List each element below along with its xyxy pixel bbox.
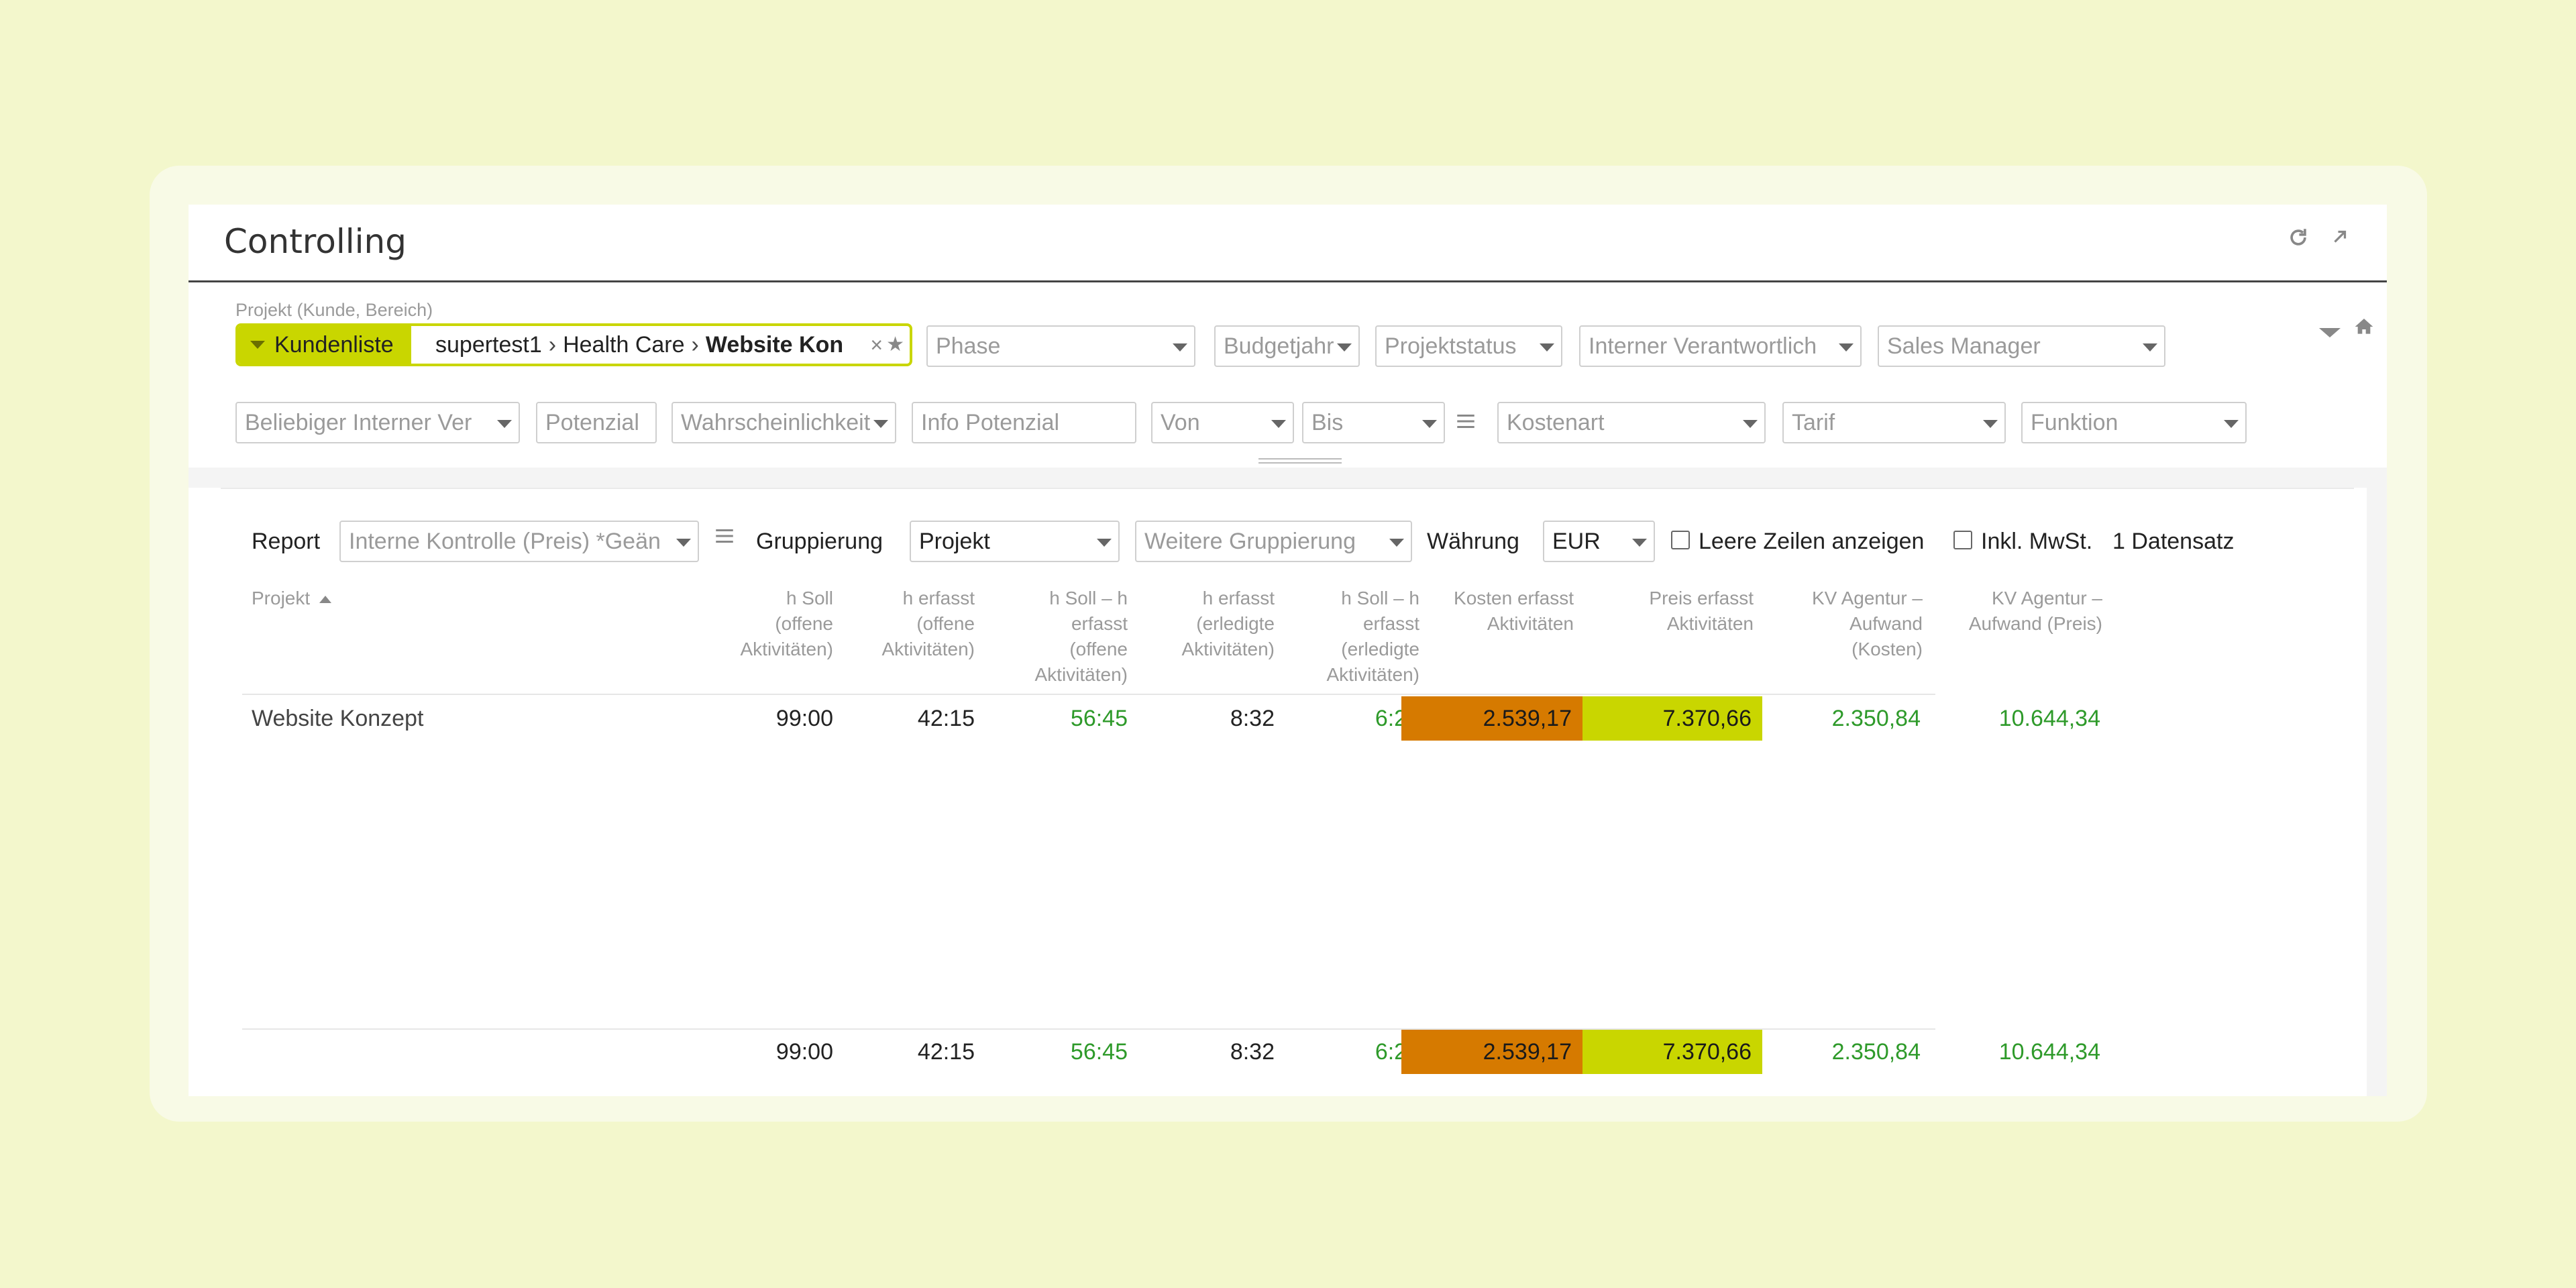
col-header-h-diff-erledigt[interactable]: h Soll – h erfasst (erledigte Aktivitäten) [1327,586,1420,688]
sort-asc-icon [319,596,331,603]
total-h-diff-offen: 56:45 [1070,1039,1128,1065]
chevron-down-icon [676,539,691,547]
chevron-down-icon [250,341,265,349]
report-menu-icon[interactable] [713,525,737,549]
col-header-h-erfasst-erledigt[interactable]: h erfasst (erledigte Aktivitäten) [1182,586,1275,662]
chevron-down-icon [2143,343,2157,352]
beliebiger-interner-select[interactable]: Beliebiger Interner Ver [235,402,520,443]
total-kv-kosten: 2.350,84 [1831,1039,1921,1065]
crumb-area: Health Care [563,332,685,358]
total-preis-erfasst: 7.370,66 [1582,1030,1762,1074]
cell-h-diff-offen: 56:45 [1070,706,1128,731]
inkl-mwst-checkbox[interactable] [1953,531,1972,549]
home-icon[interactable] [2353,316,2377,340]
weitere-gruppierung-select[interactable]: Weitere Gruppierung [1135,521,1412,562]
record-count: 1 Datensatz [2112,529,2235,554]
resize-handle[interactable] [1258,458,1342,464]
page-title: Controlling [224,222,407,261]
funktion-select[interactable]: Funktion [2021,402,2247,443]
kundenliste-toggle[interactable]: Kundenliste [238,326,411,364]
cell-kosten-erfasst: 2.539,17 [1401,696,1582,741]
col-header-preis-erfasst[interactable]: Preis erfasst Aktivitäten [1649,586,1754,637]
von-date[interactable]: Von [1151,402,1294,443]
project-filter[interactable]: Kundenliste supertest1 › Health Care › Websi… [235,323,912,366]
chevron-down-icon [1839,343,1854,352]
report-select[interactable]: Interne Kontrolle (Preis) *Geän [339,521,699,562]
leere-zeilen-checkbox[interactable] [1671,531,1690,549]
refresh-icon[interactable] [2285,226,2312,253]
expand-icon[interactable] [2326,226,2353,253]
crumb-customer: supertest1 [435,332,542,358]
cell-kv-preis: 10.644,34 [1998,706,2100,731]
waehrung-label: Währung [1427,529,1519,554]
cell-preis-erfasst: 7.370,66 [1582,696,1762,741]
col-header-h-erfasst-offen[interactable]: h erfasst (offene Aktivitäten) [882,586,975,662]
chevron-down-icon [497,420,512,428]
col-header-kv-kosten[interactable]: KV Agentur – Aufwand (Kosten) [1812,586,1923,662]
total-kosten-erfasst: 2.539,17 [1401,1030,1582,1074]
total-kv-preis: 10.644,34 [1998,1039,2100,1065]
kundenliste-label: Kundenliste [274,332,394,358]
bis-date[interactable]: Bis [1302,402,1445,443]
report-label: Report [252,529,321,554]
interner-verantwortlicher-select[interactable]: Interner Verantwortlich [1579,325,1862,367]
phase-select[interactable]: Phase [926,325,1195,367]
potenzial-input[interactable]: Potenzial [536,402,657,443]
star-icon[interactable]: ★ [886,326,904,364]
section-divider [189,468,2387,488]
col-header-h-diff-offen[interactable]: h Soll – h erfasst (offene Aktivitäten) [1035,586,1128,688]
menu-icon[interactable] [1454,410,1479,434]
divider [221,488,2354,489]
col-header-h-soll-offen[interactable]: h Soll (offene Aktivitäten) [741,586,834,662]
chevron-down-icon [1173,343,1187,352]
inkl-mwst-label: Inkl. MwSt. [1981,529,2093,554]
chevron-down-icon [1271,420,1286,428]
chevron-down-icon [1743,420,1758,428]
panel-header: Controlling [189,205,2387,282]
gruppierung-label: Gruppierung [756,529,883,554]
waehrung-select[interactable]: EUR [1543,521,1655,562]
chevron-down-icon [1422,420,1437,428]
cell-h-soll-offen: 99:00 [775,706,833,731]
collapse-filters-icon[interactable] [2318,324,2345,344]
total-h-erfasst-erledigt: 8:32 [1230,1039,1275,1065]
header-divider [242,694,1935,695]
leere-zeilen-label: Leere Zeilen anzeigen [1699,529,1925,554]
chevron-down-icon [873,420,888,428]
controlling-panel: Controlling Projekt (Kunde, Bereich) Kun… [189,205,2387,1096]
cell-projekt[interactable]: Website Konzept [252,696,423,741]
kostenart-select[interactable]: Kostenart [1497,402,1766,443]
col-header-kosten-erfasst[interactable]: Kosten erfasst Aktivitäten [1454,586,1574,637]
wahrscheinlichkeit-select[interactable]: Wahrscheinlichkeit [672,402,896,443]
chevron-down-icon [1337,343,1352,352]
cell-h-erfasst-offen: 42:15 [917,706,975,731]
gruppierung-select[interactable]: Projekt [910,521,1120,562]
crumb-project: Website Kon [705,332,844,358]
cell-h-erfasst-erledigt: 8:32 [1230,706,1275,731]
project-filter-label: Projekt (Kunde, Bereich) [235,300,433,320]
total-h-soll-offen: 99:00 [775,1039,833,1065]
scrollbar-track[interactable] [2367,468,2387,1096]
chevron-down-icon [1097,539,1112,547]
projektstatus-select[interactable]: Projektstatus [1375,325,1562,367]
clear-icon[interactable]: × [870,326,883,364]
project-breadcrumb: supertest1 › Health Care › Website Kon [435,332,844,358]
col-header-projekt[interactable]: Projekt [252,586,333,611]
chevron-down-icon [2224,420,2239,428]
chevron-down-icon [1632,539,1647,547]
budgetjahr-select[interactable]: Budgetjahr [1214,325,1360,367]
sales-manager-select[interactable]: Sales Manager [1878,325,2165,367]
cell-kv-kosten: 2.350,84 [1831,706,1921,731]
total-h-erfasst-offen: 42:15 [917,1039,975,1065]
chevron-down-icon [1389,539,1404,547]
info-potenzial-input[interactable]: Info Potenzial [912,402,1136,443]
chevron-down-icon [1983,420,1998,428]
col-header-kv-preis[interactable]: KV Agentur – Aufwand (Preis) [1969,586,2102,637]
tarif-select[interactable]: Tarif [1782,402,2006,443]
chevron-down-icon [1540,343,1554,352]
